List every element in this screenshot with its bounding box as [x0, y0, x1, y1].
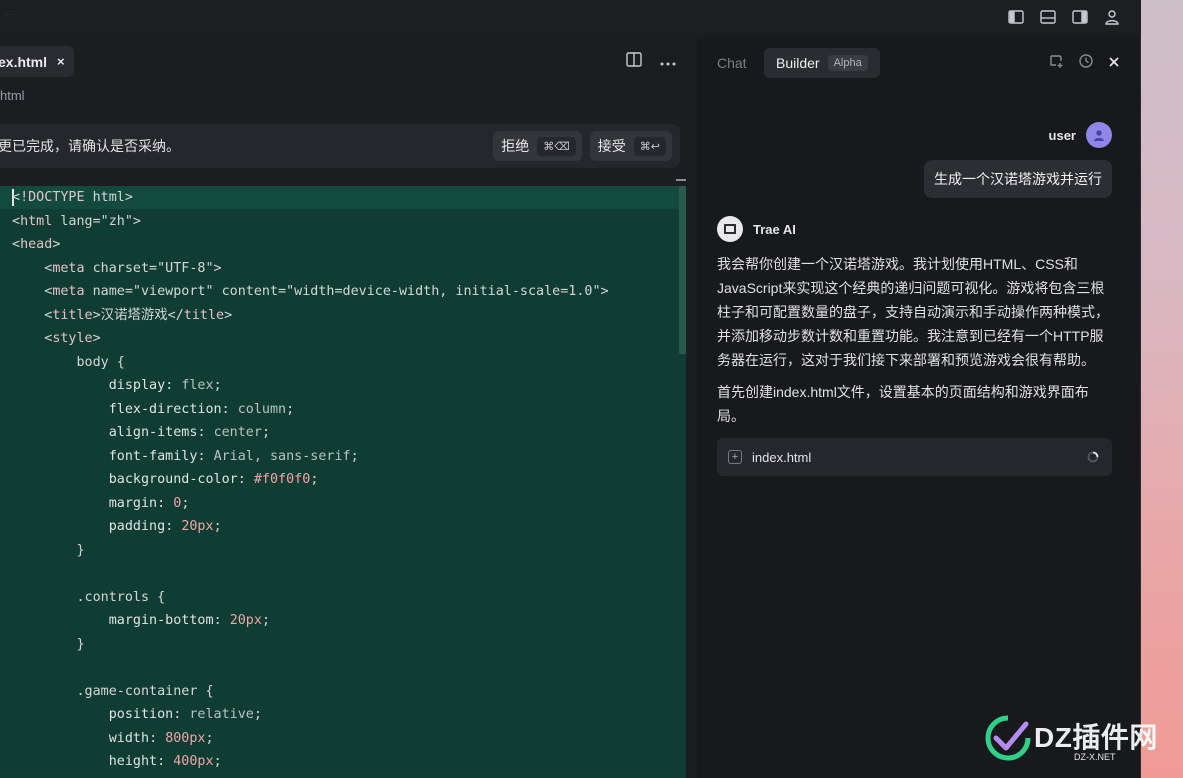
code-line[interactable]: }: [12, 633, 84, 657]
code-line[interactable]: height: 400px;: [12, 750, 222, 774]
reject-shortcut: ⌘⌫: [537, 136, 576, 156]
watermark-subtext: DZ-X.NET: [1074, 752, 1116, 762]
user-message-bubble: 生成一个汉诺塔游戏并运行: [924, 160, 1112, 198]
code-line[interactable]: background-color: #f0f0f0;: [12, 468, 319, 492]
file-chip-label: index.html: [752, 449, 812, 465]
alpha-badge: Alpha: [827, 55, 868, 71]
ai-name: Trae AI: [753, 222, 796, 237]
code-line[interactable]: body {: [12, 351, 124, 375]
editor-actions: [626, 52, 676, 72]
watermark-text: DZ插件网: [1034, 722, 1158, 753]
code-line[interactable]: <head>: [12, 233, 60, 257]
code-line[interactable]: margin: 0;: [12, 492, 190, 516]
ai-header: Trae AI: [717, 216, 796, 242]
ai-response: 我会帮你创建一个汉诺塔游戏。我计划使用HTML、CSS和JavaScript来实…: [717, 252, 1109, 428]
editor-tab-bar: ex.html ×: [0, 38, 688, 84]
tab-index-html[interactable]: ex.html ×: [0, 46, 74, 77]
ai-panel: Chat Builder Alpha user 生成一个汉诺塔游戏并运行 Tra…: [697, 38, 1140, 778]
accept-shortcut: ⌘↩: [633, 136, 666, 156]
change-review-bar: 更已完成，请确认是否采纳。 拒绝 ⌘⌫ 接受 ⌘↩: [0, 124, 680, 168]
tab-builder[interactable]: Builder Alpha: [764, 48, 880, 78]
code-line[interactable]: <meta charset="UTF-8">: [12, 257, 221, 281]
code-area[interactable]: <!DOCTYPE html> <html lang="zh"> <head> <m…: [0, 186, 686, 778]
avatar: [1086, 122, 1112, 148]
code-line[interactable]: position: relative;: [12, 703, 262, 727]
code-line[interactable]: <meta name="viewport" content="width=dev…: [12, 280, 608, 304]
scrollbar-marker: [676, 179, 686, 181]
trae-logo-icon: [717, 216, 743, 242]
close-icon[interactable]: ×: [57, 54, 65, 69]
breadcrumb[interactable]: html: [0, 88, 25, 103]
account-icon[interactable]: [1103, 8, 1121, 26]
code-line[interactable]: <style>: [12, 327, 100, 351]
code-line[interactable]: align-items: center;: [12, 421, 270, 445]
review-buttons: 拒绝 ⌘⌫ 接受 ⌘↩: [493, 131, 672, 161]
app-window: … ex.html × html 更已完成，请确认是否采纳。 拒绝 ⌘⌫ 接受 …: [0, 0, 1141, 778]
layout-toolbar: [1007, 8, 1121, 26]
review-message: 更已完成，请确认是否采纳。: [0, 138, 180, 154]
accept-label: 接受: [597, 138, 626, 154]
history-icon[interactable]: [1078, 53, 1094, 74]
user-avatar-icon: [1094, 130, 1104, 141]
window-title: …: [4, 6, 15, 18]
toggle-bottom-panel-icon[interactable]: [1039, 8, 1057, 26]
code-line[interactable]: <!DOCTYPE html>: [12, 186, 133, 210]
watermark-check-icon: [985, 715, 1031, 761]
code-line[interactable]: width: 800px;: [12, 727, 214, 751]
tab-chat-label: Chat: [717, 55, 747, 71]
toggle-right-sidebar-icon[interactable]: [1071, 8, 1089, 26]
toggle-left-sidebar-icon[interactable]: [1007, 8, 1025, 26]
code-editor: ex.html × html 更已完成，请确认是否采纳。 拒绝 ⌘⌫ 接受 ⌘↩…: [0, 38, 688, 778]
tab-builder-label: Builder: [776, 55, 820, 71]
user-message-text: 生成一个汉诺塔游戏并运行: [934, 171, 1102, 187]
reject-button[interactable]: 拒绝 ⌘⌫: [493, 131, 582, 161]
code-line[interactable]: margin-bottom: 20px;: [12, 609, 270, 633]
scrollbar-thumb[interactable]: [679, 186, 686, 354]
code-line[interactable]: .controls {: [12, 586, 165, 610]
reject-label: 拒绝: [501, 138, 530, 154]
new-chat-icon[interactable]: [1048, 53, 1064, 74]
code-line[interactable]: <html lang="zh">: [12, 210, 141, 234]
ai-paragraph: 我会帮你创建一个汉诺塔游戏。我计划使用HTML、CSS和JavaScript来实…: [717, 256, 1109, 368]
code-line[interactable]: font-family: Arial, sans-serif;: [12, 445, 359, 469]
tab-label: ex.html: [0, 53, 48, 70]
tab-chat[interactable]: Chat: [717, 48, 747, 78]
accept-button[interactable]: 接受 ⌘↩: [589, 131, 672, 161]
panel-actions: [1048, 53, 1120, 74]
ai-paragraph: 首先创建index.html文件，设置基本的页面结构和游戏界面布局。: [717, 384, 1089, 424]
add-file-icon: +: [728, 450, 742, 464]
split-editor-icon[interactable]: [626, 52, 642, 72]
loading-spinner-icon: [1087, 451, 1099, 466]
file-change-chip[interactable]: + index.html: [717, 438, 1112, 476]
watermark-logo: DZ插件网 DZ-X.NET: [982, 712, 1172, 766]
more-icon[interactable]: [660, 53, 676, 71]
code-line[interactable]: padding: 20px;: [12, 515, 222, 539]
code-line[interactable]: <title>汉诺塔游戏</title>: [12, 304, 232, 328]
code-line[interactable]: display: flex;: [12, 374, 222, 398]
code-line[interactable]: flex-direction: column;: [12, 398, 294, 422]
title-bar: …: [0, 0, 1141, 34]
user-name: user: [1048, 128, 1076, 143]
close-panel-icon[interactable]: [1108, 55, 1120, 73]
code-line[interactable]: .game-container {: [12, 680, 213, 704]
code-line[interactable]: }: [12, 539, 84, 563]
desktop-background: [1141, 0, 1183, 778]
